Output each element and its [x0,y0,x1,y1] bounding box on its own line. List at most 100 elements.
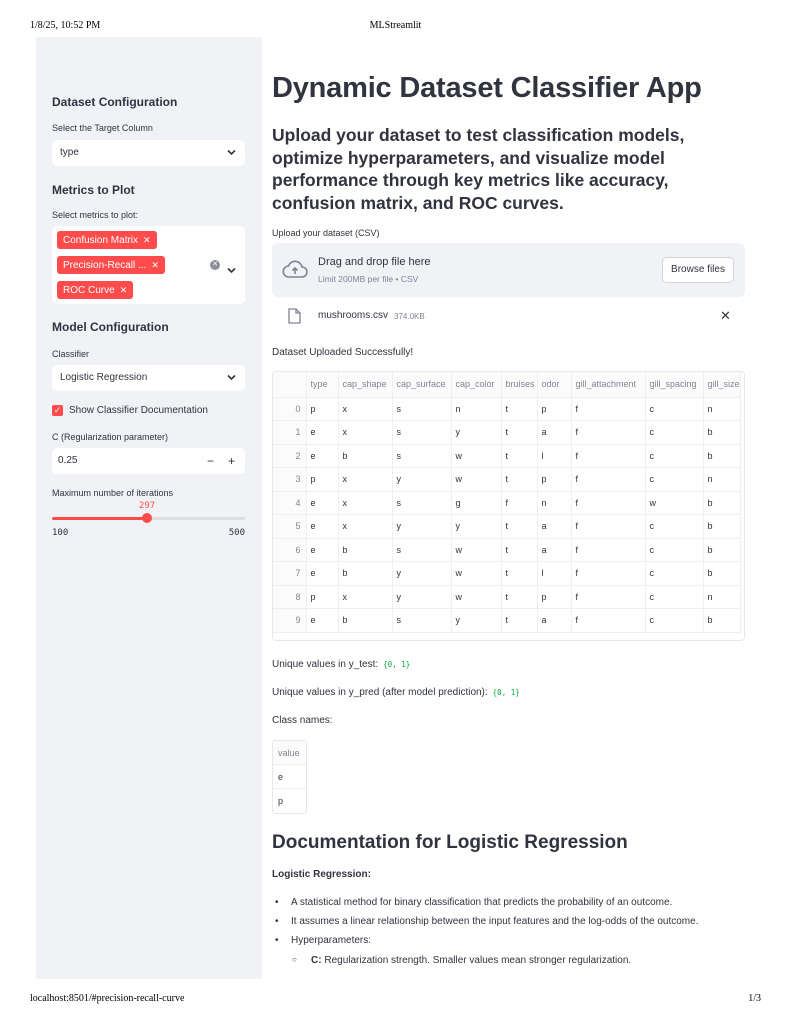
table-cell[interactable]: t [501,561,538,586]
table-cell[interactable]: e [306,420,339,445]
table-cell[interactable]: f [571,444,646,468]
table-cell[interactable]: n [451,397,502,421]
column-header[interactable]: type [306,372,339,398]
table-cell[interactable]: w [451,467,502,492]
remove-tag-icon[interactable]: ✕ [120,285,128,295]
table-cell[interactable]: t [501,538,538,562]
table-cell[interactable]: t [501,397,538,421]
table-cell[interactable]: b [338,608,393,633]
table-cell[interactable]: e [306,491,339,515]
column-header[interactable]: odor [537,372,572,398]
table-cell[interactable]: b [703,444,741,468]
table-cell[interactable]: c [645,561,704,586]
classifier-select[interactable]: Logistic Regression [52,365,245,391]
table-cell[interactable]: f [571,561,646,586]
table-cell[interactable]: e [306,444,339,468]
table-cell[interactable]: c [645,420,704,445]
table-cell[interactable]: a [537,538,572,562]
show-docs-checkbox[interactable]: ✓ [52,405,63,416]
table-cell[interactable]: y [392,561,452,586]
column-header[interactable]: cap_surface [392,372,452,398]
table-cell[interactable]: f [571,585,646,609]
table-cell[interactable]: f [571,514,646,539]
table-cell[interactable]: x [338,585,393,609]
table-cell[interactable]: f [571,608,646,633]
table-cell[interactable]: g [451,491,502,515]
table-cell[interactable]: s [392,491,452,515]
metric-tag[interactable]: ROC Curve ✕ [57,281,134,299]
table-cell[interactable]: e [306,538,339,562]
table-cell[interactable]: n [703,397,741,421]
table-cell[interactable]: a [537,514,572,539]
browse-files-button[interactable]: Browse files [662,257,734,283]
table-cell[interactable]: b [338,444,393,468]
table-cell[interactable]: e [306,608,339,633]
file-dropzone[interactable]: Drag and drop file here Limit 200MB per … [272,243,745,297]
table-cell[interactable]: b [703,420,741,445]
table-cell[interactable]: c [645,467,704,492]
chevron-down-icon[interactable] [227,261,236,279]
table-cell[interactable]: f [571,538,646,562]
table-cell[interactable]: n [703,585,741,609]
c-param-input[interactable]: 0.25 − + [52,448,245,474]
table-cell[interactable]: a [537,608,572,633]
class-names-table[interactable]: value e p [272,740,307,814]
metrics-multiselect[interactable]: Confusion Matrix ✕ Precision-Recall ... ✕ … [52,226,245,304]
table-cell[interactable]: f [571,420,646,445]
table-cell[interactable]: t [501,608,538,633]
table-cell[interactable]: s [392,538,452,562]
remove-tag-icon[interactable]: ✕ [151,260,159,270]
table-cell[interactable]: w [451,538,502,562]
column-header[interactable]: gill_attachment [571,372,646,398]
table-cell[interactable]: b [703,561,741,586]
table-cell[interactable]: s [392,420,452,445]
table-cell[interactable]: y [451,608,502,633]
table-cell[interactable]: p [537,467,572,492]
column-header[interactable]: gill_spacing [645,372,704,398]
table-cell[interactable]: x [338,397,393,421]
table-cell[interactable]: c [645,608,704,633]
table-cell[interactable]: l [537,444,572,468]
table-cell[interactable]: b [703,538,741,562]
table-cell[interactable]: f [571,491,646,515]
increment-button[interactable]: + [228,448,235,474]
column-header[interactable]: cap_shape [338,372,393,398]
table-cell[interactable]: s [392,397,452,421]
table-cell[interactable]: t [501,467,538,492]
table-cell[interactable]: w [451,561,502,586]
metric-tag[interactable]: Confusion Matrix ✕ [57,231,157,249]
table-cell[interactable]: p [537,397,572,421]
decrement-button[interactable]: − [207,448,214,474]
table-cell[interactable]: b [338,561,393,586]
table-cell[interactable]: t [501,514,538,539]
table-cell[interactable]: a [537,420,572,445]
table-cell[interactable]: e [306,514,339,539]
column-header[interactable]: cap_color [451,372,502,398]
table-cell[interactable]: c [645,585,704,609]
table-cell[interactable]: b [703,491,741,515]
table-cell[interactable]: c [645,538,704,562]
table-cell[interactable]: x [338,514,393,539]
max-iter-slider[interactable] [52,513,245,523]
table-cell[interactable]: b [703,514,741,539]
table-cell[interactable]: w [451,585,502,609]
table-cell[interactable]: p [306,467,339,492]
table-cell[interactable]: f [501,491,538,515]
slider-thumb[interactable] [142,513,153,523]
table-cell[interactable]: y [392,467,452,492]
table-cell[interactable]: y [451,514,502,539]
target-column-select[interactable]: type [52,140,245,166]
table-cell[interactable]: p [306,585,339,609]
table-cell[interactable]: n [537,491,572,515]
clear-all-icon[interactable]: ✕ [210,260,220,270]
table-cell[interactable]: t [501,420,538,445]
table-cell[interactable]: w [451,444,502,468]
table-cell[interactable]: c [645,397,704,421]
table-cell[interactable]: p [306,397,339,421]
table-cell[interactable]: t [501,585,538,609]
close-icon[interactable]: ✕ [720,308,731,324]
table-cell[interactable]: y [451,420,502,445]
table-cell[interactable]: x [338,467,393,492]
table-cell[interactable]: n [703,467,741,492]
table-cell[interactable]: f [571,397,646,421]
